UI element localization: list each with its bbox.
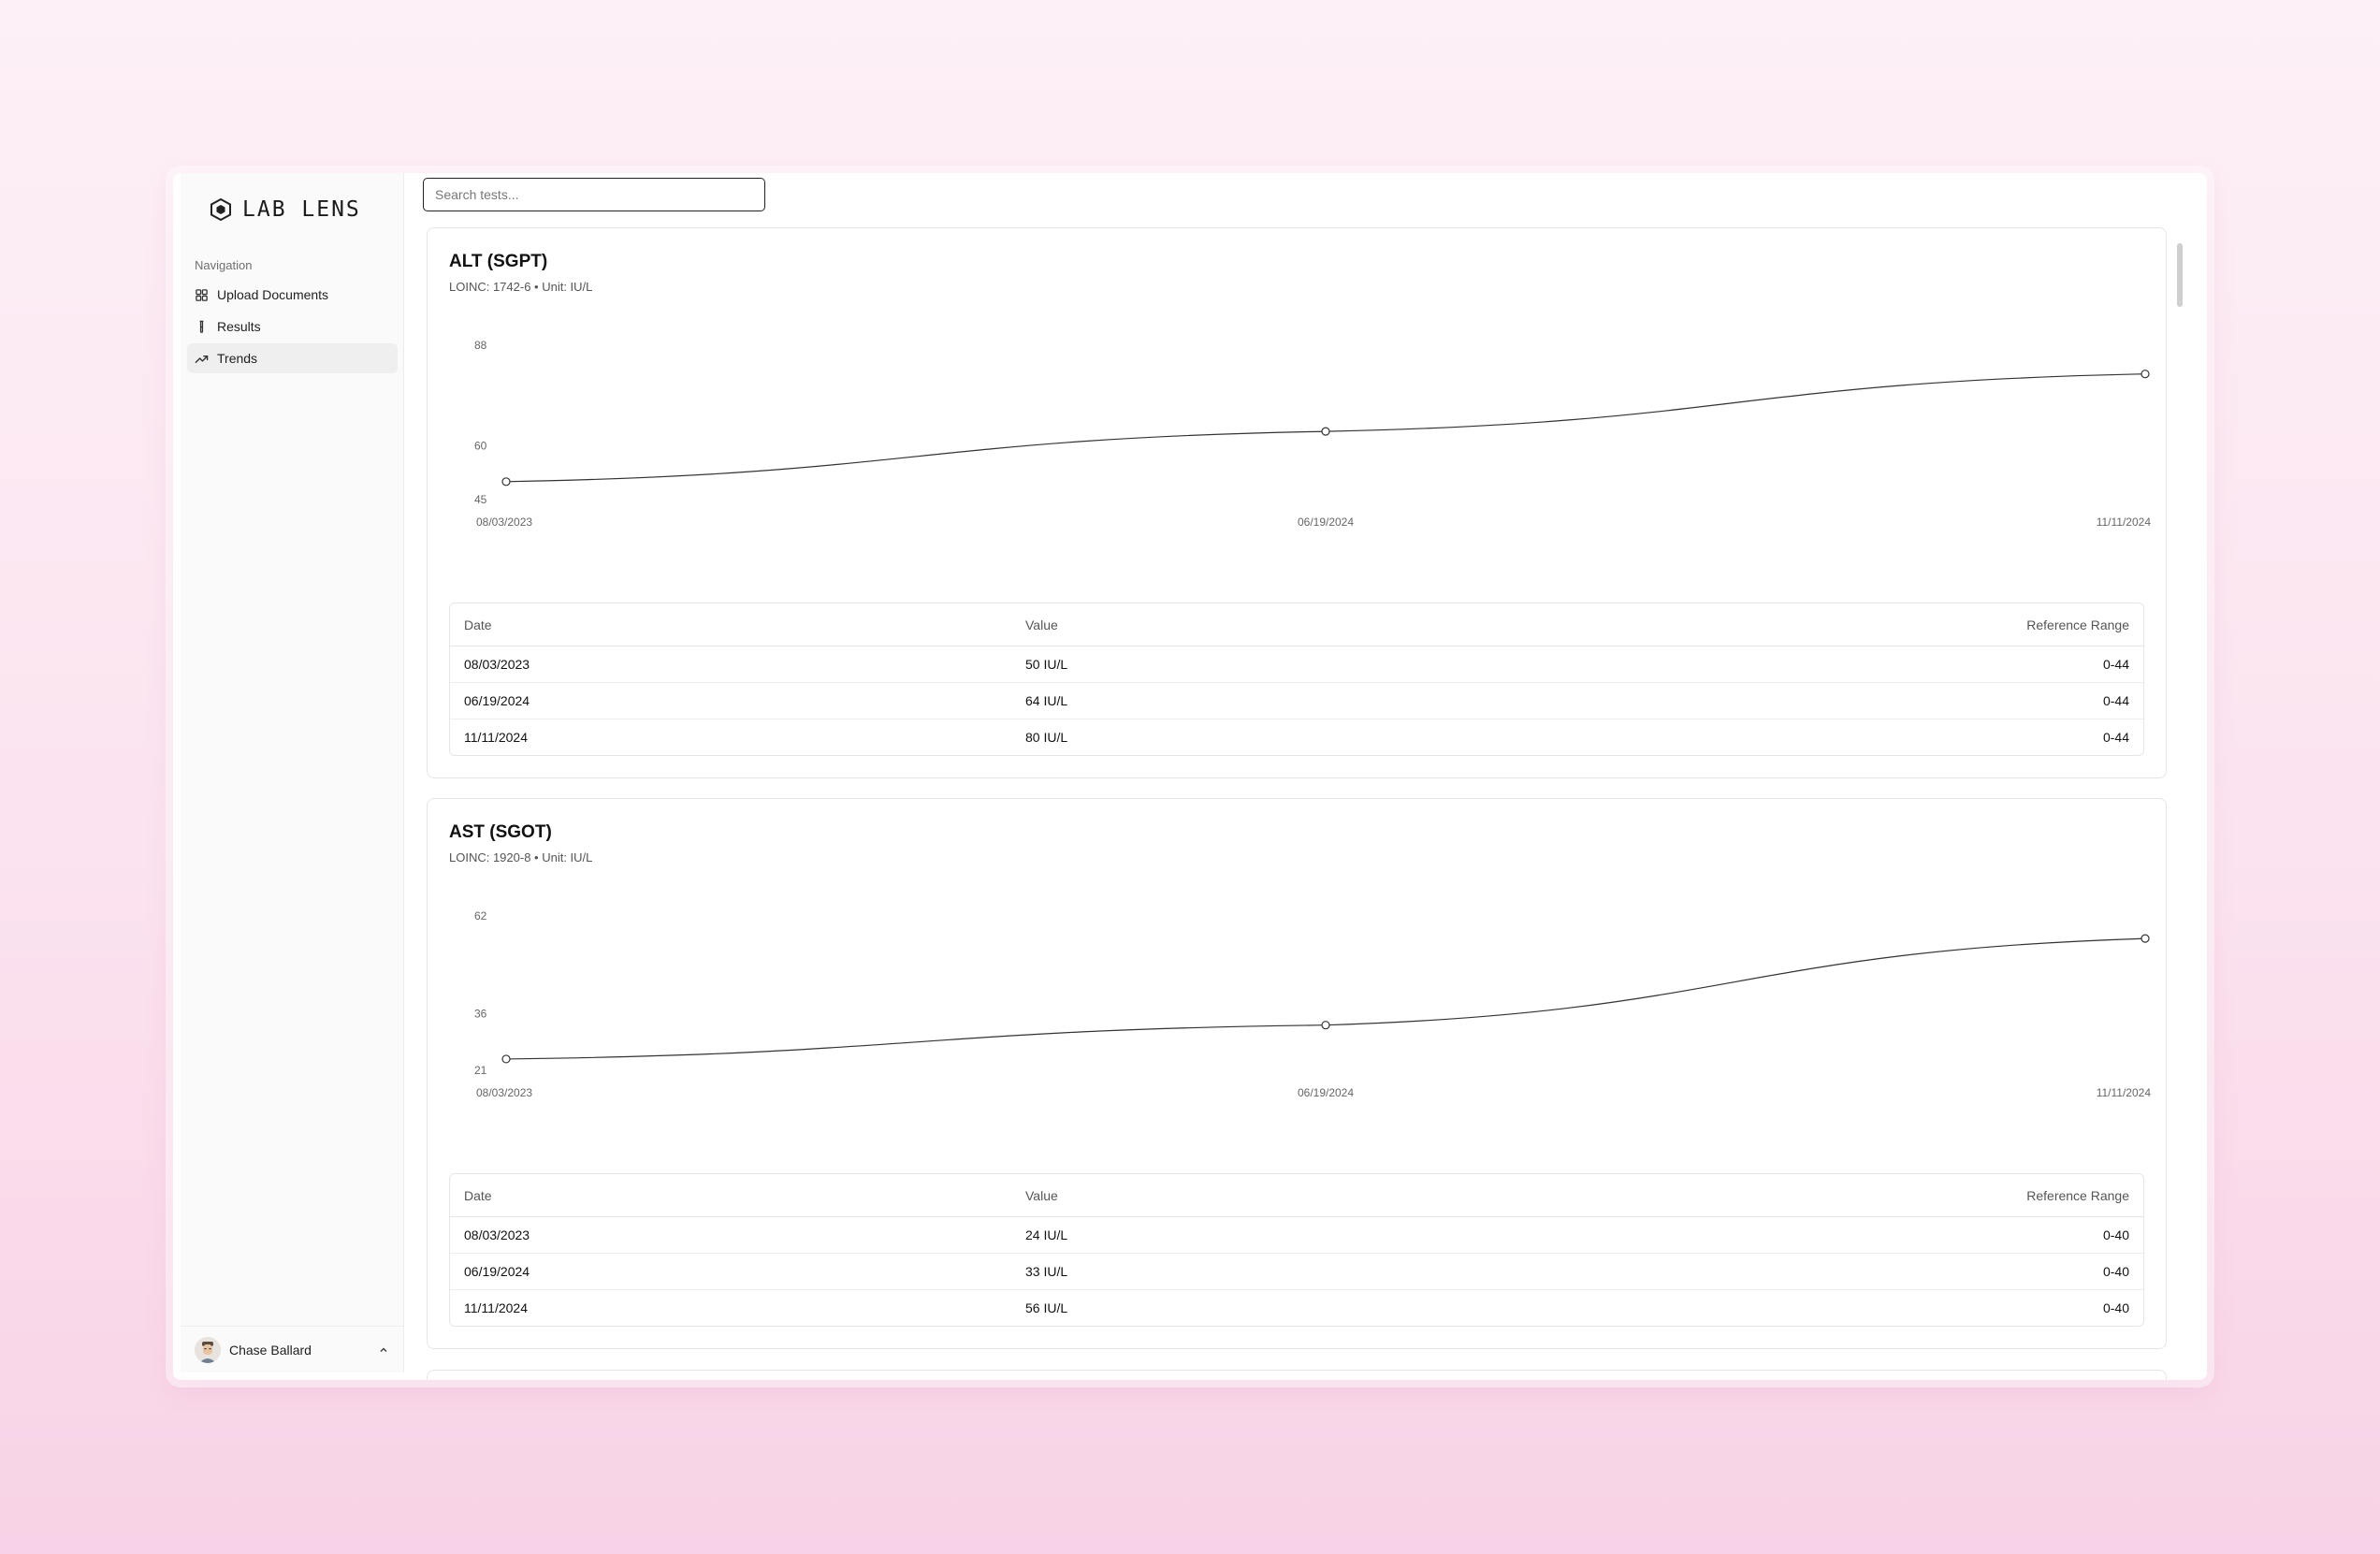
x-tick-label: 11/11/2024 (2097, 516, 2152, 529)
cell-reference-range: 0-40 (1407, 1217, 2143, 1254)
trend-chart: 45 60 88 08/03/2023 06/19/2024 11/11/2024 (474, 339, 2152, 529)
y-tick-label: 45 (474, 493, 487, 506)
trend-card-next (427, 1370, 2167, 1380)
cell-reference-range: 0-44 (2102, 730, 2129, 745)
card-subtitle: LOINC: 1742-6 • Unit: IU/L (449, 280, 593, 294)
trend-card-alt: ALT (SGPT) LOINC: 1742-6 • Unit: IU/L 45… (427, 227, 2167, 778)
y-tick-label: 62 (474, 909, 487, 922)
avatar (195, 1336, 221, 1363)
hexagon-logo-icon (210, 197, 231, 222)
scroll-thumb[interactable] (2177, 243, 2183, 307)
data-point (1321, 1021, 1330, 1030)
brand-name: LAB LENS (242, 197, 361, 222)
table-header-row: Date Value Reference Range (450, 1174, 2143, 1217)
card-title: AST (SGOT) (449, 822, 552, 842)
column-header-value: Value (1011, 603, 1408, 646)
main-content: ALT (SGPT) LOINC: 1742-6 • Unit: IU/L 45… (404, 173, 2191, 1380)
y-tick-label: 88 (474, 339, 487, 352)
trending-up-icon (195, 355, 209, 363)
user-menu[interactable]: Chase Ballard (181, 1326, 403, 1372)
x-tick-label: 11/11/2024 (2097, 1086, 2152, 1099)
test-tube-icon (199, 320, 204, 333)
cell-reference-range: 0-44 (1407, 646, 2143, 683)
trend-chart: 21 36 62 08/03/2023 06/19/2024 11/11/2024 (474, 909, 2152, 1099)
cell-value: 33 IU/L (1011, 1254, 1408, 1290)
y-tick-label: 36 (474, 1008, 487, 1021)
table-row: 11/11/2024 56 IU/L 0-40 (450, 1290, 2143, 1326)
trend-card-ast: AST (SGOT) LOINC: 1920-8 • Unit: IU/L 21… (427, 798, 2167, 1349)
data-point (501, 1054, 511, 1064)
grid-icon (196, 288, 208, 301)
x-tick-label: 06/19/2024 (1298, 1086, 1354, 1099)
card-subtitle: LOINC: 1920-8 • Unit: IU/L (449, 850, 593, 864)
table-row: 06/19/2024 64 IU/L 0-44 (450, 683, 2143, 719)
table-row: 11/11/2024 80 IU/L 0-44 (450, 719, 2143, 755)
cell-value: 50 IU/L (1011, 646, 1408, 683)
app-window: LAB LENS Navigation Upload Documents Res… (173, 173, 2207, 1380)
sidebar-item-label: Upload Documents (217, 287, 329, 302)
cell-date: 06/19/2024 (450, 1254, 1011, 1290)
column-header-value: Value (1011, 1174, 1408, 1217)
nav-group-label: Navigation (195, 258, 253, 272)
results-table: Date Value Reference Range 08/03/2023 24… (449, 1173, 2144, 1327)
cell-reference-range: 0-40 (1407, 1254, 2143, 1290)
cell-reference-range: 0-40 (2102, 1300, 2129, 1315)
column-header-reference-range: Reference Range (1407, 603, 2143, 646)
cell-date: 08/03/2023 (450, 646, 1011, 683)
series-line (505, 937, 2146, 1060)
cell-value: 56 IU/L (1025, 1300, 1068, 1315)
sidebar-item-upload-documents[interactable]: Upload Documents (187, 280, 398, 310)
brand[interactable]: LAB LENS (209, 197, 361, 222)
sidebar-item-trends[interactable]: Trends (187, 343, 398, 373)
x-tick-label: 08/03/2023 (476, 516, 532, 529)
table-row: 06/19/2024 33 IU/L 0-40 (450, 1254, 2143, 1290)
data-point (2141, 370, 2150, 379)
sidebar-item-label: Results (217, 319, 261, 334)
table-row: 08/03/2023 24 IU/L 0-40 (450, 1217, 2143, 1254)
search-input[interactable] (423, 178, 765, 211)
sidebar: LAB LENS Navigation Upload Documents Res… (181, 173, 404, 1372)
cell-value: 64 IU/L (1011, 683, 1408, 719)
cell-date: 08/03/2023 (450, 1217, 1011, 1254)
data-point (501, 477, 511, 487)
column-header-date: Date (450, 603, 1011, 646)
data-point (1321, 427, 1330, 436)
x-tick-label: 08/03/2023 (476, 1086, 532, 1099)
scrollbar[interactable] (2174, 173, 2185, 1380)
data-point (2141, 934, 2150, 943)
user-avatar-icon (195, 1336, 221, 1363)
column-header-date: Date (450, 1174, 1011, 1217)
sidebar-nav: Upload Documents Results Trends (187, 280, 398, 375)
y-tick-label: 21 (474, 1064, 487, 1077)
sidebar-item-label: Trends (217, 351, 258, 366)
table-row: 08/03/2023 50 IU/L 0-44 (450, 646, 2143, 683)
cell-date: 11/11/2024 (464, 730, 528, 745)
cell-date: 06/19/2024 (450, 683, 1011, 719)
user-name: Chase Ballard (229, 1342, 312, 1358)
sidebar-item-results[interactable]: Results (187, 312, 398, 341)
column-header-reference-range: Reference Range (1407, 1174, 2143, 1217)
cell-value: 24 IU/L (1011, 1217, 1408, 1254)
cell-date: 11/11/2024 (464, 1300, 528, 1315)
y-tick-label: 60 (474, 439, 487, 452)
chevron-up-icon[interactable] (378, 1344, 389, 1356)
cell-value: 80 IU/L (1025, 730, 1068, 745)
x-tick-label: 06/19/2024 (1298, 516, 1354, 529)
cell-reference-range: 0-44 (1407, 683, 2143, 719)
card-title: ALT (SGPT) (449, 252, 548, 271)
results-table: Date Value Reference Range 08/03/2023 50… (449, 603, 2144, 756)
table-header-row: Date Value Reference Range (450, 603, 2143, 646)
